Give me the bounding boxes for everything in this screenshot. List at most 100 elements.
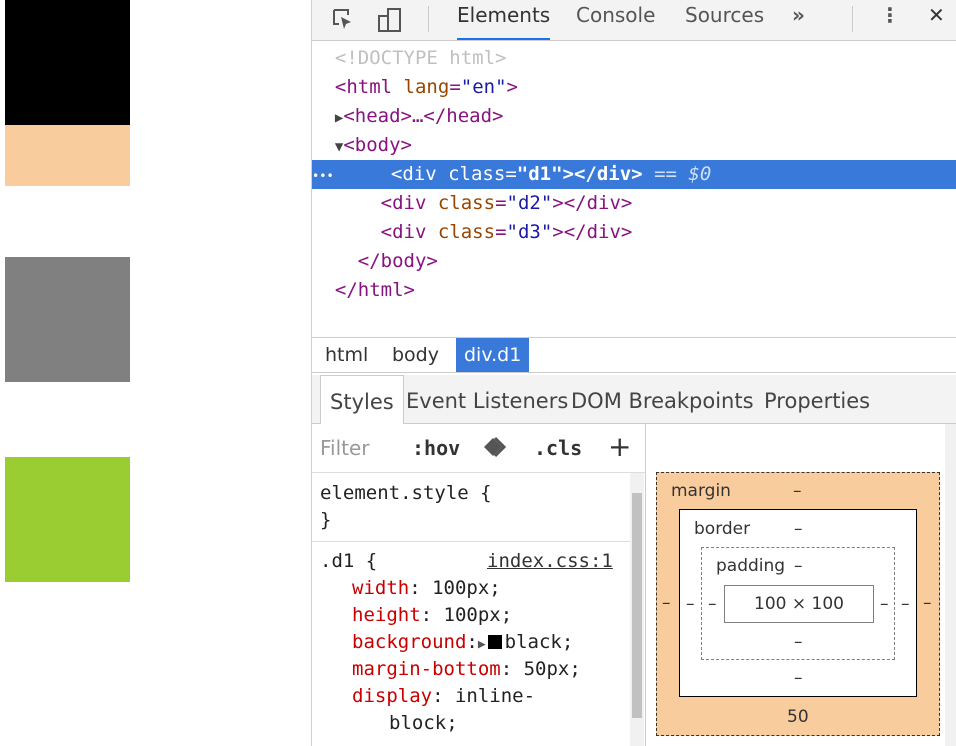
dom-line-head[interactable]: ▶<head>…</head> [312,102,956,131]
toolbar-separator [428,6,429,32]
margin-left-value[interactable]: – [662,593,671,613]
styles-subtabs: Styles Event Listeners DOM Breakpoints P… [312,375,956,424]
hov-toggle[interactable]: :hov [412,436,460,460]
device-toolbar-icon[interactable] [376,6,404,34]
tab-console[interactable]: Console [576,0,655,40]
border-top-value[interactable]: – [794,519,803,539]
div-attr-value: "d3" [506,221,553,243]
ellipsis-icon[interactable]: ••• [312,169,334,183]
doctype-text: <!DOCTYPE html> [334,47,507,69]
breadcrumb-html[interactable]: html [317,338,376,372]
margin-right-value[interactable]: – [923,593,932,613]
breadcrumb-div-d1[interactable]: div.d1 [456,338,530,372]
border-left-value[interactable]: – [686,594,695,614]
box-model-scrollbar[interactable] [945,424,956,746]
source-link[interactable]: index.css:1 [487,548,613,575]
prop-height[interactable]: height: 100px; [352,602,512,629]
div-d1-preview [5,0,130,125]
cls-toggle[interactable]: .cls [534,436,582,460]
dom-line-div-d1-selected[interactable]: ••• <div class="d1"></div> == $0 [312,160,956,189]
tab-dom-breakpoints[interactable]: DOM Breakpoints [571,375,754,423]
filter-input[interactable]: Filter [320,436,370,460]
html-attr: lang [403,76,450,98]
box-model-border[interactable]: border – – – – padding – – – – 100 × 100 [679,509,917,697]
kebab-menu-icon[interactable]: ⋮ [880,0,900,40]
border-bottom-value[interactable]: – [794,668,803,688]
div-close: ></div> [552,221,633,243]
div-attr-value: "d2" [506,192,553,214]
head-tag: <head>…</head> [343,105,504,127]
dom-line-html-close[interactable]: </html> [312,276,956,305]
dom-line-body[interactable]: ▼<body> [312,131,956,160]
close-icon[interactable]: ✕ [928,0,945,40]
border-label: border [694,519,751,539]
padding-label: padding [716,556,786,576]
selected-marker: == $0 [654,163,712,185]
d1-selector[interactable]: .d1 { [320,548,377,575]
scrollbar-thumb[interactable] [632,493,642,718]
box-model-pane: margin – – – 50 border – – – – padding –… [646,424,956,746]
padding-bottom-value[interactable]: – [794,632,803,652]
padding-right-value[interactable]: – [880,594,889,614]
dom-line-html[interactable]: <html lang="en"> [312,73,956,102]
border-right-value[interactable]: – [901,594,910,614]
div-d2-preview [5,257,130,382]
div-tag: <div [390,163,437,185]
prop-display-wrap: block; [389,712,458,734]
div-attr: class [437,192,496,214]
breadcrumb: html body div.d1 [312,337,956,373]
margin-top-value[interactable]: – [793,481,802,501]
devtools-panel: Elements Console Sources » ⋮ ✕ <!DOCTYPE… [311,0,956,746]
element-style-selector[interactable]: element.style { [320,480,492,507]
breadcrumb-body[interactable]: body [384,338,447,372]
html-tag: <html [334,76,393,98]
toolbar-separator [852,6,853,32]
box-model-content[interactable]: 100 × 100 [724,585,874,623]
div-close: ></div> [562,163,643,185]
tab-event-listeners[interactable]: Event Listeners [406,375,568,423]
prop-display[interactable]: display: inline- [352,683,535,710]
dom-line-doctype[interactable]: <!DOCTYPE html> [312,44,956,73]
styles-scrollbar[interactable] [630,473,644,746]
div-attr: class [448,163,506,185]
more-tabs-icon[interactable]: » [792,0,805,40]
dom-line-div-d3[interactable]: <div class="d3"></div> [312,218,956,247]
element-style-close: } [320,509,332,531]
div-d3-preview [5,457,130,582]
style-rules: element.style { } .d1 { index.css:1 widt… [312,473,630,746]
tab-sources[interactable]: Sources [685,0,764,40]
tab-elements[interactable]: Elements [457,0,551,40]
margin-label: margin [671,481,731,501]
add-rule-icon[interactable]: + [608,430,631,463]
expand-triangle-icon[interactable]: ▶ [478,637,486,652]
color-swatch-icon[interactable] [487,635,502,649]
padding-left-value[interactable]: – [708,594,717,614]
dom-line-body-close[interactable]: </body> [312,247,956,276]
body-close-tag: </body> [357,250,438,272]
div-tag: <div [380,192,427,214]
div-close: ></div> [552,192,633,214]
html-attr-value: "en" [460,76,507,98]
rule-divider [312,541,630,542]
dom-line-div-d2[interactable]: <div class="d2"></div> [312,189,956,218]
prop-background[interactable]: background:▶ black; [352,629,573,656]
devtools-toolbar: Elements Console Sources » ⋮ ✕ [312,0,956,41]
tab-properties[interactable]: Properties [764,375,870,423]
styles-filter-bar: Filter :hov .cls + [312,424,645,473]
inspect-element-icon[interactable] [330,6,358,34]
box-model-padding[interactable]: padding – – – – 100 × 100 [701,547,895,660]
padding-top-value[interactable]: – [794,556,803,576]
div-tag: <div [380,221,427,243]
div-d1-margin-highlight [5,125,130,186]
body-tag: <body> [343,134,412,156]
div-attr-value: "d1" [516,163,563,185]
color-format-icon[interactable] [482,434,512,465]
box-model-margin[interactable]: margin – – – 50 border – – – – padding –… [656,472,940,736]
prop-width[interactable]: width: 100px; [352,575,501,602]
html-close-tag: </html> [334,279,415,301]
prop-margin-bottom[interactable]: margin-bottom: 50px; [352,656,581,683]
margin-bottom-value[interactable]: 50 [787,707,809,727]
styles-pane: Filter :hov .cls + element.style { } .d1… [312,424,646,746]
tab-styles[interactable]: Styles [320,375,404,424]
dom-tree: <!DOCTYPE html> <html lang="en"> ▶<head>… [312,44,956,336]
